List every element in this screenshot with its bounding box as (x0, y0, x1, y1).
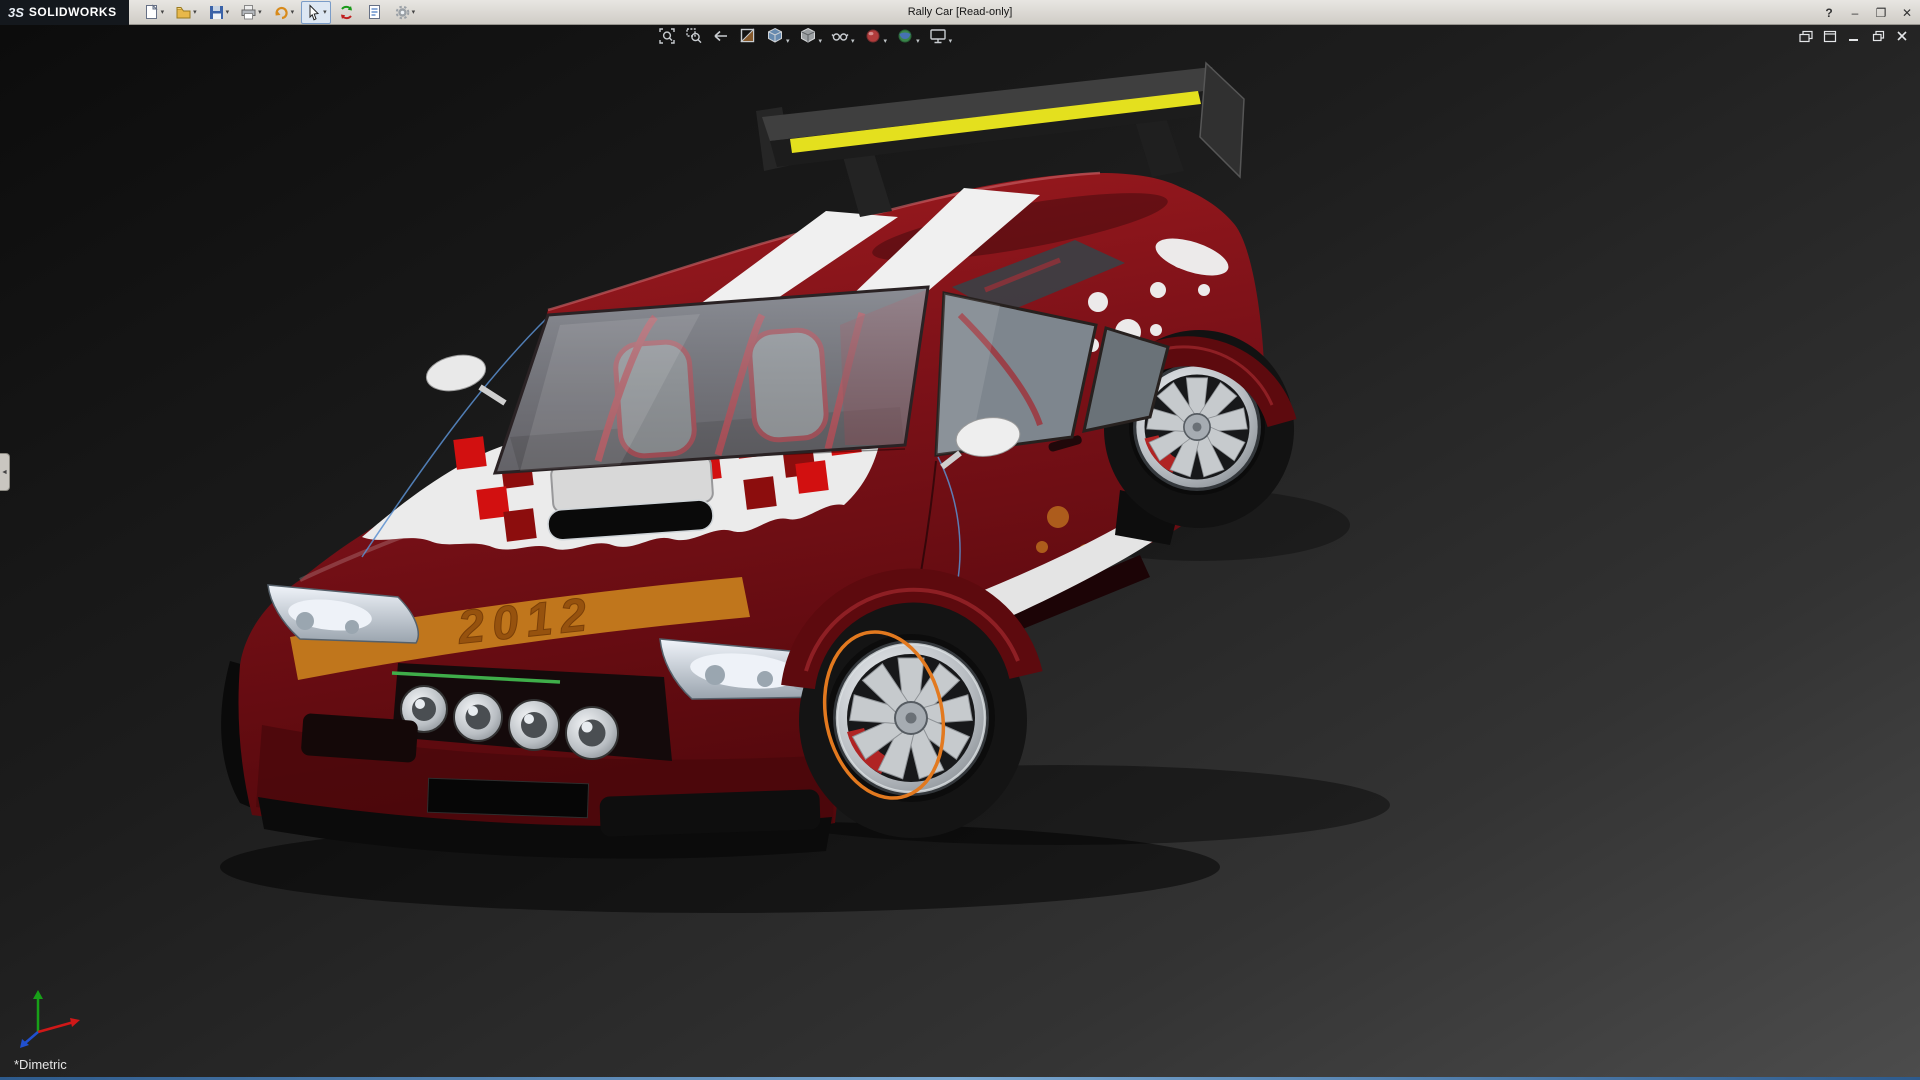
display-style-icon (799, 27, 817, 45)
zoom-to-fit-button[interactable] (658, 27, 676, 45)
rebuild-button[interactable] (334, 1, 359, 24)
zoom-to-fit-icon (658, 27, 676, 45)
feature-manager-collapse-tab[interactable]: ◄ (0, 453, 10, 491)
close-button[interactable]: ✕ (1900, 6, 1914, 20)
view-settings-icon (929, 27, 947, 45)
document-restore-button[interactable] (1870, 29, 1886, 43)
dropdown-caret[interactable]: ▾ (226, 9, 230, 16)
graphics-area[interactable]: ▾ ▾ ▾ ▾ (0, 25, 1920, 1080)
dropdown-caret[interactable]: ▾ (412, 9, 416, 16)
dropdown-caret[interactable]: ▾ (819, 38, 823, 45)
select-button[interactable]: ▾ (301, 1, 331, 24)
main-toolbar: ▾ ▾ ▾ ▾ (139, 1, 420, 24)
maximize-button[interactable]: ❐ (1874, 6, 1888, 20)
collapse-arrow-icon: ◄ (1, 469, 8, 476)
previous-view-button[interactable] (712, 27, 730, 45)
options-button[interactable]: ▾ (390, 1, 420, 24)
heads-up-view-toolbar: ▾ ▾ ▾ ▾ (658, 27, 952, 45)
view-orientation-cube-icon (766, 27, 784, 45)
undo-button[interactable]: ▾ (269, 1, 299, 24)
brand-name: SOLIDWORKS (29, 5, 117, 19)
edit-appearance-sphere-icon (864, 27, 882, 45)
dropdown-caret[interactable]: ▾ (161, 9, 165, 16)
edit-appearance-button[interactable]: ▾ (864, 27, 888, 45)
dropdown-caret[interactable]: ▾ (884, 38, 888, 45)
dropdown-caret[interactable]: ▾ (851, 38, 855, 45)
zoom-to-area-button[interactable] (685, 27, 703, 45)
new-document-icon (143, 4, 160, 21)
document-minimize-icon (1848, 30, 1860, 42)
file-properties-icon (366, 4, 383, 21)
zoom-to-area-icon (685, 27, 703, 45)
open-folder-icon (175, 4, 192, 21)
view-orientation-label: *Dimetric (14, 1057, 67, 1072)
display-style-button[interactable]: ▾ (799, 27, 823, 45)
options-gear-icon (394, 4, 411, 21)
cascade-windows-button[interactable] (1798, 29, 1814, 43)
file-properties-button[interactable] (362, 1, 387, 24)
help-button[interactable]: ? (1822, 6, 1836, 20)
hide-show-items-button[interactable]: ▾ (831, 27, 855, 45)
save-button[interactable]: ▾ (204, 1, 234, 24)
rebuild-icon (338, 4, 355, 21)
apply-scene-button[interactable]: ▾ (896, 27, 920, 45)
dropdown-caret[interactable]: ▾ (258, 9, 262, 16)
document-window-controls (1798, 29, 1910, 43)
view-settings-button[interactable]: ▾ (929, 27, 953, 45)
document-minimize-button[interactable] (1846, 29, 1862, 43)
brand-mark: 3S (8, 5, 24, 20)
dropdown-caret[interactable]: ▾ (323, 9, 327, 16)
document-close-button[interactable] (1894, 29, 1910, 43)
view-orientation-button[interactable]: ▾ (766, 27, 790, 45)
orientation-triad (16, 982, 88, 1054)
dropdown-caret[interactable]: ▾ (193, 9, 197, 16)
cascade-windows-icon (1799, 30, 1813, 43)
dropdown-caret[interactable]: ▾ (916, 38, 920, 45)
print-button[interactable]: ▾ (236, 1, 266, 24)
rally-car-model[interactable]: 2012 (221, 63, 1294, 859)
section-view-button[interactable] (739, 27, 757, 45)
undo-icon (273, 4, 290, 21)
dropdown-caret[interactable]: ▾ (949, 38, 953, 45)
save-icon (208, 4, 225, 21)
dropdown-caret[interactable]: ▾ (291, 9, 295, 16)
print-icon (240, 4, 257, 21)
document-restore-icon (1872, 30, 1885, 42)
solidworks-window: 3S SOLIDWORKS ▾ ▾ ▾ (0, 0, 1920, 1080)
dropdown-caret[interactable]: ▾ (786, 38, 790, 45)
windshield[interactable] (495, 287, 928, 473)
previous-view-icon (712, 27, 730, 45)
new-window-icon (1823, 30, 1837, 43)
window-controls: ? – ❐ ✕ (1822, 0, 1914, 25)
section-view-icon (739, 27, 757, 45)
apply-scene-globe-icon (896, 27, 914, 45)
new-window-button[interactable] (1822, 29, 1838, 43)
new-document-button[interactable]: ▾ (139, 1, 169, 24)
select-cursor-icon (305, 4, 322, 21)
app-logo: 3S SOLIDWORKS (0, 0, 129, 25)
license-plate (427, 778, 588, 818)
open-button[interactable]: ▾ (171, 1, 201, 24)
document-close-icon (1896, 30, 1908, 42)
hide-show-items-icon (831, 27, 849, 45)
minimize-button[interactable]: – (1848, 6, 1862, 20)
window-title: Rally Car [Read-only] (908, 0, 1013, 25)
model-canvas[interactable]: 2012 (0, 25, 1920, 1080)
title-bar: 3S SOLIDWORKS ▾ ▾ ▾ (0, 0, 1920, 25)
